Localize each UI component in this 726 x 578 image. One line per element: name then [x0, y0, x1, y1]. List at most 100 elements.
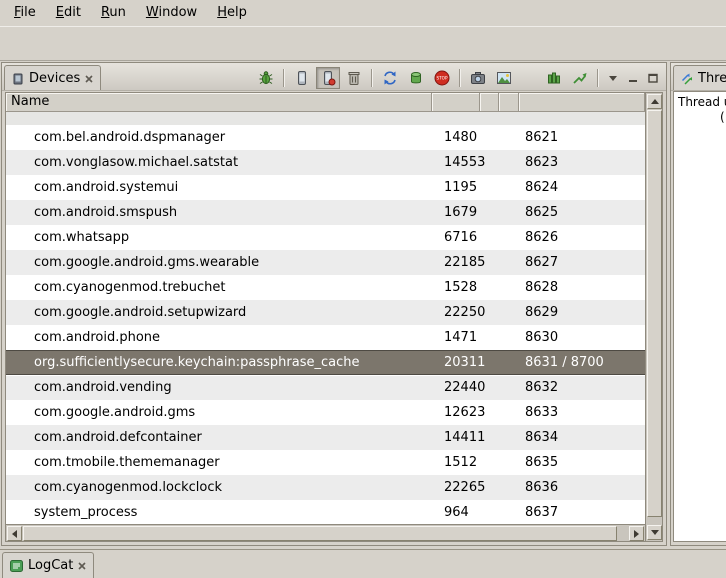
blank-cell: [480, 475, 499, 500]
menu-window[interactable]: Window: [136, 0, 207, 26]
table-row[interactable]: com.cyanogenmod.lockclock 22265 8636: [6, 475, 645, 500]
table-row[interactable]: com.google.android.gms 12623 8633: [6, 400, 645, 425]
maximize-button[interactable]: [644, 67, 662, 89]
arrow-down-icon: [651, 530, 659, 535]
blank-cell: [499, 475, 519, 500]
table-row[interactable]: com.vonglasow.michael.satstat 14553 8623: [6, 150, 645, 175]
blank-cell: [499, 175, 519, 200]
column-header-blank2[interactable]: [499, 93, 519, 111]
blank-cell: [499, 375, 519, 400]
blank-cell: [499, 225, 519, 250]
toolbar-separator: [371, 69, 373, 87]
debug-attach-button[interactable]: [254, 67, 278, 89]
port-cell: 8623: [519, 150, 645, 175]
table-row-partial[interactable]: [6, 112, 645, 125]
table-row[interactable]: system_process 964 8637: [6, 500, 645, 524]
view-menu-button[interactable]: [604, 67, 622, 89]
screen-capture-button[interactable]: [466, 67, 490, 89]
vertical-scrollbar-thumb[interactable]: [647, 110, 662, 517]
threads-view-panel: Threads Thread up (: [670, 62, 726, 546]
port-cell: 8625: [519, 200, 645, 225]
blank-cell: [480, 300, 499, 325]
table-row[interactable]: com.bel.android.dspmanager 1480 8621: [6, 125, 645, 150]
blank-cell: [499, 500, 519, 524]
pid-cell: 1679: [432, 200, 480, 225]
blank-cell: [499, 275, 519, 300]
arrow-up-icon: [651, 99, 659, 104]
table-row[interactable]: com.android.vending 22440 8632: [6, 375, 645, 400]
port-cell: 8621: [519, 125, 645, 150]
table-row[interactable]: com.cyanogenmod.trebuchet 1528 8628: [6, 275, 645, 300]
scroll-down-button[interactable]: [647, 525, 662, 540]
close-icon[interactable]: [78, 562, 86, 570]
scroll-left-button[interactable]: [7, 526, 22, 541]
capture-image-button[interactable]: [492, 67, 516, 89]
process-name-cell: com.vonglasow.michael.satstat: [6, 150, 432, 175]
tab-threads-label: Threads: [698, 71, 726, 86]
blank-cell: [480, 200, 499, 225]
blank-cell: [480, 500, 499, 524]
scroll-right-button[interactable]: [629, 526, 644, 541]
table-row[interactable]: org.sufficientlysecure.keychain:passphra…: [6, 350, 645, 375]
column-header-name[interactable]: Name: [6, 93, 432, 111]
table-row[interactable]: com.android.systemui 1195 8624: [6, 175, 645, 200]
menu-file[interactable]: File: [4, 0, 46, 26]
menu-help[interactable]: Help: [207, 0, 257, 26]
horizontal-scrollbar[interactable]: [6, 524, 645, 541]
devices-toolbar: STOP: [254, 66, 662, 90]
table-row[interactable]: com.google.android.gms.wearable 22185 86…: [6, 250, 645, 275]
arrow-right-icon: [634, 530, 639, 538]
thread-columns-icon: [546, 70, 562, 86]
device-icon: [294, 70, 310, 86]
blank-cell: [480, 225, 499, 250]
port-cell: 8635: [519, 450, 645, 475]
tab-threads[interactable]: Threads: [673, 65, 726, 91]
stop-process-button[interactable]: STOP: [430, 67, 454, 89]
port-cell: 8630: [519, 325, 645, 350]
scroll-up-button[interactable]: [647, 94, 662, 109]
toolbar-separator: [597, 69, 599, 87]
pid-cell: 20311: [432, 351, 480, 374]
table-row[interactable]: com.android.phone 1471 8630: [6, 325, 645, 350]
blank-cell: [499, 250, 519, 275]
column-header-blank1[interactable]: [480, 93, 499, 111]
horizontal-scrollbar-thumb[interactable]: [23, 526, 617, 541]
port-cell: 8627: [519, 250, 645, 275]
table-row[interactable]: com.android.defcontainer 14411 8634: [6, 425, 645, 450]
logcat-tab-icon: [10, 560, 23, 572]
table-row[interactable]: com.android.smspush 1679 8625: [6, 200, 645, 225]
table-row[interactable]: com.google.android.setupwizard 22250 862…: [6, 300, 645, 325]
device-button[interactable]: [290, 67, 314, 89]
device-current-button[interactable]: [316, 67, 340, 89]
tab-logcat[interactable]: LogCat: [2, 552, 94, 578]
close-icon[interactable]: [85, 75, 93, 83]
delete-button[interactable]: [342, 67, 366, 89]
pid-cell: 1195: [432, 175, 480, 200]
blank-cell: [499, 351, 519, 374]
blank-cell: [480, 250, 499, 275]
pid-cell: 1528: [432, 275, 480, 300]
blank-cell: [480, 125, 499, 150]
thread-view-button[interactable]: [542, 67, 566, 89]
process-table: Name com.bel.android.dspmanager 1480 862…: [5, 92, 663, 542]
threads-tab-icon: [681, 73, 693, 85]
camera-icon: [470, 70, 486, 86]
blank-cell: [499, 425, 519, 450]
table-row[interactable]: com.tmobile.thememanager 1512 8635: [6, 450, 645, 475]
port-cell: 8634: [519, 425, 645, 450]
heap-view-button[interactable]: [568, 67, 592, 89]
vertical-scrollbar[interactable]: [645, 93, 662, 541]
image-icon: [496, 70, 512, 86]
menu-run[interactable]: Run: [91, 0, 136, 26]
column-header-port[interactable]: [519, 93, 645, 111]
menu-edit[interactable]: Edit: [46, 0, 91, 26]
update-threads-button[interactable]: [378, 67, 402, 89]
table-row[interactable]: com.whatsapp 6716 8626: [6, 225, 645, 250]
pid-cell: 14553: [432, 150, 480, 175]
port-cell: 8633: [519, 400, 645, 425]
update-heap-button[interactable]: [404, 67, 428, 89]
column-header-pid[interactable]: [432, 93, 480, 111]
tab-devices[interactable]: Devices: [4, 65, 101, 91]
minimize-button[interactable]: [624, 67, 642, 89]
blank-cell: [480, 375, 499, 400]
